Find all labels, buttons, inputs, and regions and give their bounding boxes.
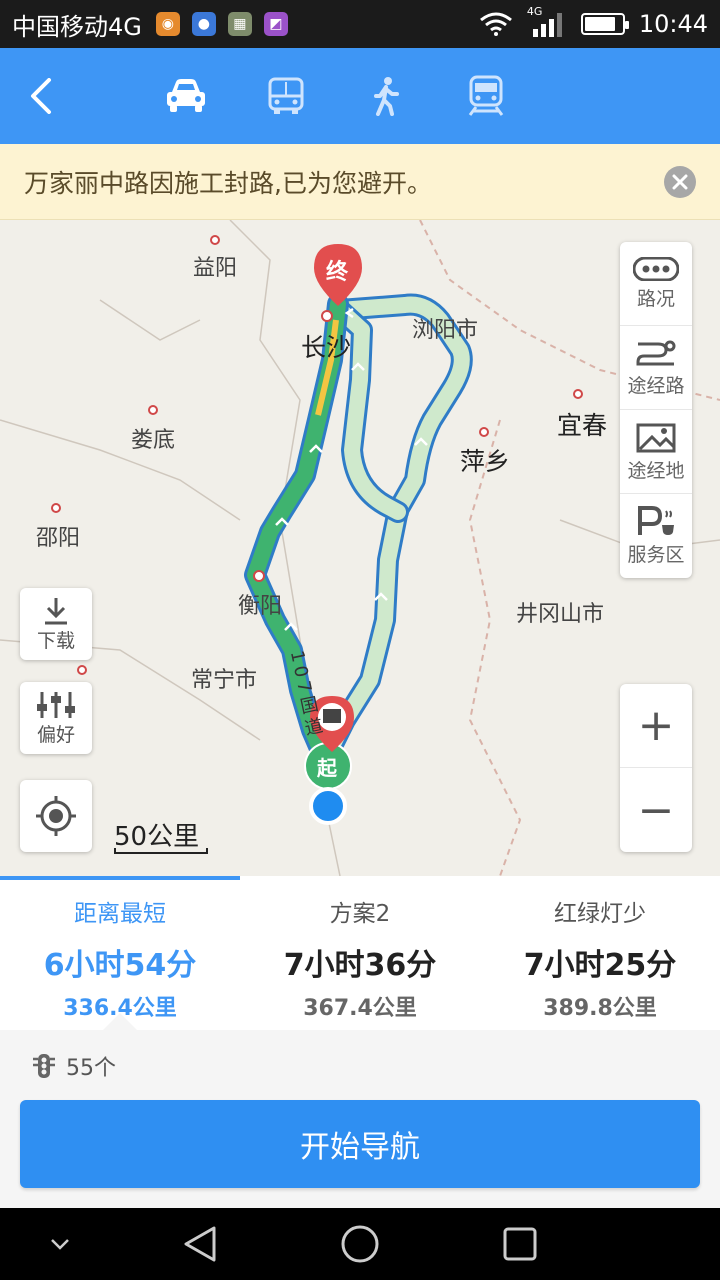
walk-icon [374, 77, 399, 116]
city-liuyang: 浏阳市 [412, 318, 479, 343]
via-place-label: 途经地 [627, 459, 685, 482]
download-icon [45, 597, 67, 624]
recents-nav-button[interactable] [502, 1224, 538, 1268]
signal-icon: 4G [527, 5, 567, 37]
city-hengyang: 衡阳 [238, 594, 283, 619]
locate-button[interactable] [20, 780, 92, 852]
selected-plan-indicator [0, 876, 240, 880]
zoom-in-button[interactable]: + [620, 684, 692, 768]
traffic-icon [633, 256, 679, 281]
photo-app-icon: ◩ [263, 12, 288, 36]
service-area-icon [638, 506, 674, 535]
car-icon [167, 79, 205, 112]
location-app-icon: ● [191, 12, 216, 36]
city-changsha: 长沙 [301, 333, 352, 362]
tab-bus[interactable] [256, 66, 316, 126]
notification-app-icon: ◉ [155, 12, 180, 36]
map-tools-panel: 路况 途经路 途经地 服务区 [620, 242, 692, 578]
preference-icon [37, 691, 75, 718]
tab-walk[interactable] [356, 66, 416, 126]
via-place-icon [636, 423, 676, 452]
service-area-label: 服务区 [627, 544, 685, 566]
tab-car[interactable] [156, 66, 216, 126]
plan-fewer-lights[interactable]: 红绿灯少 7小时25分 389.8公里 [480, 876, 720, 1030]
plan-time: 7小时25分 [523, 948, 677, 983]
battery-icon [580, 13, 629, 35]
carrier-label: 中国移动4G [12, 12, 142, 41]
plan-shortest[interactable]: 距离最短 6小时54分 336.4公里 [0, 876, 240, 1030]
city-changning: 常宁市 [191, 668, 258, 693]
square-recents-icon [503, 1227, 537, 1261]
map-scale-bar [114, 848, 208, 854]
start-marker[interactable]: 起 [317, 752, 337, 781]
traffic-light-count: 55个 [32, 1050, 116, 1082]
end-marker[interactable]: 终 [326, 254, 348, 286]
plan-name: 方案2 [329, 901, 391, 927]
chevron-down-icon [51, 1239, 69, 1250]
city-jinggangshan: 井冈山市 [516, 602, 605, 627]
plan-distance: 367.4公里 [303, 996, 417, 1021]
preference-label: 偏好 [36, 723, 75, 746]
home-nav-button[interactable] [340, 1224, 380, 1268]
via-route-icon [636, 340, 676, 365]
close-icon [672, 174, 688, 190]
download-label: 下载 [36, 629, 75, 652]
plan-time: 6小时54分 [43, 948, 197, 983]
preference-button[interactable]: 偏好 [20, 682, 92, 754]
service-area-button[interactable]: 服务区 [620, 494, 692, 578]
plan-option-2[interactable]: 方案2 7小时36分 367.4公里 [240, 876, 480, 1030]
traffic-light-count-text: 55个 [66, 1056, 116, 1081]
road-closure-notice: 万家丽中路因施工封路,已为您避开。 [0, 144, 720, 220]
map-layer [0, 220, 720, 876]
city-shaoyang: 邵阳 [36, 526, 81, 551]
route-plans: 距离最短 6小时54分 336.4公里 方案2 7小时36分 367.4公里 红… [0, 876, 720, 1030]
city-yichun: 宜春 [557, 411, 608, 440]
transport-mode-tabs [156, 66, 516, 126]
route-map[interactable]: 益阳 长沙 浏阳市 娄底 宜春 萍乡 邵阳 衡阳 井冈山市 常宁市 107国道 … [0, 220, 720, 876]
status-icons: 4G 10:44 [479, 5, 708, 38]
wifi-icon [479, 12, 512, 36]
zoom-out-button[interactable]: − [620, 768, 692, 852]
route-summary: 55个 开始导航 [0, 1013, 720, 1208]
train-icon [468, 75, 504, 116]
notice-text: 万家丽中路因施工封路,已为您避开。 [24, 168, 432, 198]
traffic-light-icon [33, 1054, 55, 1078]
traffic-label: 路况 [636, 287, 675, 310]
back-arrow-icon [31, 78, 51, 114]
route-header [0, 48, 720, 144]
plan-distance: 389.8公里 [543, 996, 657, 1021]
bus-icon [268, 77, 304, 114]
plan-time: 7小时36分 [283, 948, 437, 983]
zoom-controls: + − [620, 684, 692, 852]
plan-name: 距离最短 [74, 901, 166, 927]
download-button[interactable]: 下载 [20, 588, 92, 660]
triangle-back-icon [184, 1226, 216, 1262]
via-route-label: 途经路 [627, 374, 685, 397]
back-nav-button[interactable] [182, 1224, 218, 1268]
hide-nav-button[interactable] [48, 1232, 72, 1260]
traffic-toggle[interactable]: 路况 [620, 242, 692, 326]
via-place-button[interactable]: 途经地 [620, 410, 692, 494]
start-navigation-button[interactable]: 开始导航 [20, 1100, 700, 1188]
clock: 10:44 [638, 10, 708, 38]
back-button[interactable] [0, 48, 80, 144]
gallery-app-icon: ▦ [227, 12, 252, 36]
tab-train[interactable] [456, 66, 516, 126]
via-route-button[interactable]: 途经路 [620, 326, 692, 410]
close-notice-button[interactable] [664, 166, 696, 198]
city-loudi: 娄底 [131, 428, 176, 453]
home-circle-icon [341, 1225, 379, 1263]
city-pingxiang: 萍乡 [460, 447, 511, 476]
system-nav-bar [0, 1208, 720, 1280]
city-yiyang: 益阳 [193, 256, 238, 281]
status-bar: 中国移动4G ◉ ● ▦ ◩ 4G 10:44 [0, 0, 720, 48]
plan-name: 红绿灯少 [554, 901, 646, 927]
locate-icon [36, 796, 76, 836]
